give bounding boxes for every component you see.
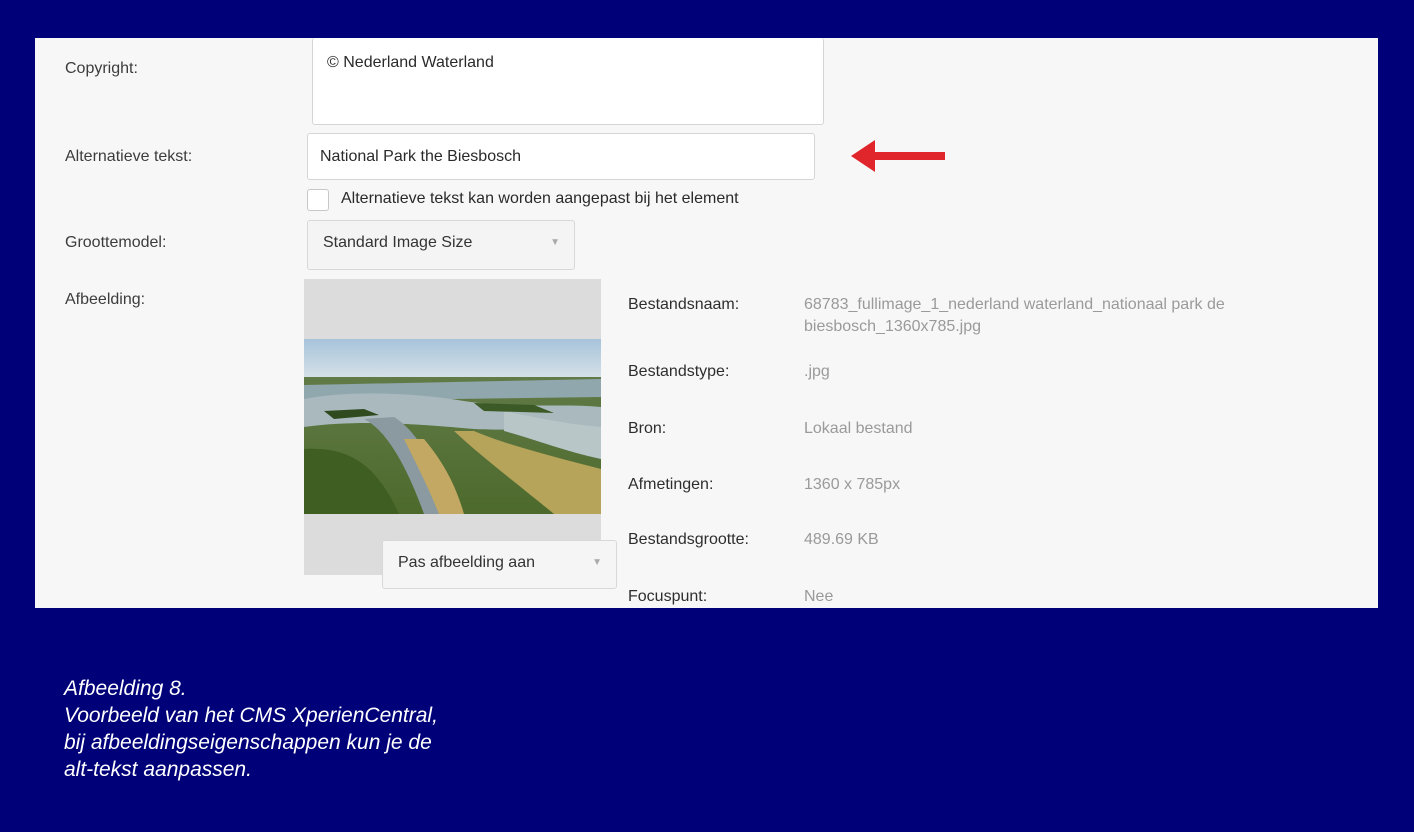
filename-label: Bestandsnaam: — [628, 296, 740, 313]
filesize-label: Bestandsgrootte: — [628, 531, 749, 548]
focus-point-value: Nee — [804, 588, 834, 605]
image-properties-panel: Copyright: © Nederland Waterland Alterna… — [35, 38, 1378, 608]
filetype-value: .jpg — [804, 363, 830, 380]
source-label: Bron: — [628, 420, 667, 437]
image-preview[interactable] — [304, 279, 601, 575]
edit-image-value: Pas afbeelding aan — [398, 554, 535, 571]
size-model-value: Standard Image Size — [323, 234, 473, 251]
copyright-field[interactable]: © Nederland Waterland — [312, 38, 824, 125]
filename-value-line1: 68783_fullimage_1_nederland waterland_na… — [804, 296, 1225, 313]
figure-caption: Afbeelding 8. Voorbeeld van het CMS Xper… — [64, 675, 664, 783]
dimensions-value: 1360 x 785px — [804, 476, 901, 493]
left-arrow-icon — [851, 140, 945, 172]
filename-value-line2: biesbosch_1360x785.jpg — [804, 318, 982, 335]
image-label: Afbeelding: — [65, 291, 146, 308]
chevron-down-icon: ▼ — [550, 237, 560, 248]
edit-image-select[interactable]: Pas afbeelding aan ▼ — [382, 540, 617, 589]
filesize-value: 489.69 KB — [804, 531, 879, 548]
caption-line-1: Afbeelding 8. — [64, 677, 187, 700]
dimensions-label: Afmetingen: — [628, 476, 714, 493]
chevron-down-icon: ▼ — [592, 557, 602, 568]
alt-text-label: Alternatieve tekst: — [65, 148, 193, 165]
landscape-photo — [304, 339, 601, 514]
alt-text-input[interactable]: National Park the Biesbosch — [307, 133, 815, 180]
size-model-label: Groottemodel: — [65, 234, 167, 251]
filetype-label: Bestandstype: — [628, 363, 730, 380]
caption-line-3: bij afbeeldingseigenschappen kun je de — [64, 731, 432, 754]
caption-line-2: Voorbeeld van het CMS XperienCentral, — [64, 704, 438, 727]
focus-point-label: Focuspunt: — [628, 588, 708, 605]
alt-text-editable-label: Alternatieve tekst kan worden aangepast … — [341, 190, 739, 207]
source-value: Lokaal bestand — [804, 420, 913, 437]
size-model-select[interactable]: Standard Image Size ▼ — [307, 220, 575, 270]
copyright-label: Copyright: — [65, 60, 138, 77]
alt-text-editable-checkbox[interactable] — [307, 189, 329, 211]
caption-line-4: alt-tekst aanpassen. — [64, 758, 252, 781]
